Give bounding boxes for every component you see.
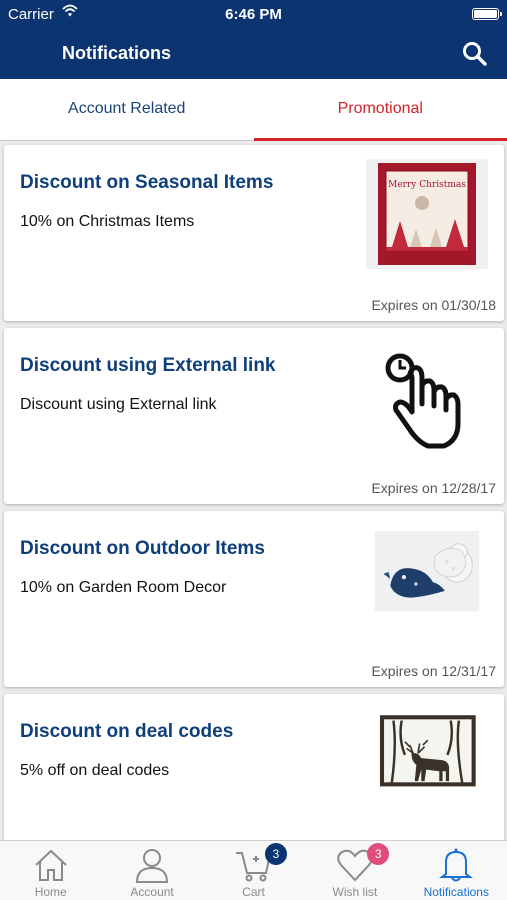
christmas-card-image: Merry Christmas [366, 159, 488, 269]
tab-promotional[interactable]: Promotional [254, 79, 507, 141]
app-header: Carrier 6:46 PM Notifications [0, 0, 507, 79]
wishlist-count-badge: 3 [367, 843, 390, 865]
notification-title: Discount using External link [20, 355, 276, 376]
expiry-date: Expires on 12/31/17 [371, 663, 496, 679]
tabbar-label: Home [34, 885, 67, 899]
tabbar-notifications[interactable]: Notifications [406, 841, 507, 900]
tabbar-label: Wish list [332, 885, 378, 899]
cart-count-badge: 3 [264, 843, 287, 865]
deer-forest-art-image [379, 715, 476, 787]
tabbar-wishlist[interactable]: 3 Wish list [304, 841, 405, 900]
page-title: Notifications [62, 43, 172, 63]
notification-card[interactable]: Discount on Seasonal Items 10% on Christ… [4, 145, 504, 321]
home-icon [35, 849, 67, 881]
notification-card[interactable]: Discount using External link Discount us… [4, 328, 504, 504]
notification-subtitle: 10% on Christmas Items [20, 213, 195, 230]
notification-title: Discount on Seasonal Items [20, 172, 274, 193]
card-greeting: Merry Christmas [388, 180, 466, 190]
bottom-tab-bar: Home Account 3 Cart 3 Wish list Notifica… [0, 840, 507, 900]
notification-card[interactable]: Discount on Outdoor Items 10% on Garden … [4, 511, 504, 687]
battery-icon [472, 8, 502, 20]
tabbar-home[interactable]: Home [0, 841, 101, 900]
account-icon [136, 849, 169, 883]
tabbar-label: Notifications [423, 885, 489, 899]
tab-account-related[interactable]: Account Related [0, 79, 254, 141]
notification-title: Discount on Outdoor Items [20, 538, 265, 559]
ceramic-birds-image [374, 531, 480, 612]
tabbar-label: Cart [242, 885, 265, 899]
notification-list[interactable]: Discount on Seasonal Items 10% on Christ… [0, 141, 507, 841]
tabbar-label: Account [130, 885, 174, 899]
status-bar: Carrier 6:46 PM [0, 0, 507, 28]
notification-subtitle: 10% on Garden Room Decor [20, 579, 227, 596]
pointing-hand-icon [385, 353, 461, 449]
expiry-date: Expires on 01/30/18 [371, 297, 496, 313]
notification-subtitle: 5% off on deal codes [20, 762, 170, 779]
tabbar-account[interactable]: Account [101, 841, 202, 900]
notification-card[interactable]: Discount on deal codes 5% off on deal co… [4, 694, 504, 841]
search-icon[interactable] [461, 40, 489, 68]
notification-title: Discount on deal codes [20, 721, 234, 742]
notification-subtitle: Discount using External link [20, 396, 217, 413]
expiry-date: Expires on 12/28/17 [371, 480, 496, 496]
bell-icon [439, 848, 474, 882]
tabbar-cart[interactable]: 3 Cart [203, 841, 304, 900]
status-time: 6:46 PM [225, 6, 282, 23]
notification-tabs: Account Related Promotional [0, 79, 507, 141]
